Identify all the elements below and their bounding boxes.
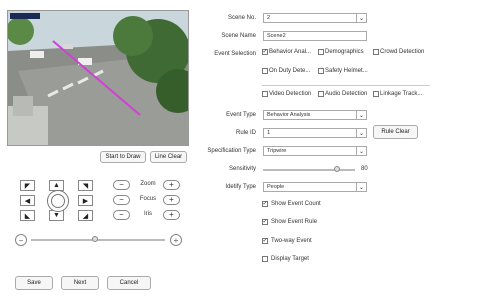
checkbox-icon[interactable]: [262, 256, 268, 262]
event-option-label: Safety Helmet...: [325, 68, 368, 74]
ptz-speed-slider[interactable]: [31, 239, 165, 241]
focus-in-button[interactable]: +: [163, 195, 180, 205]
chevron-down-icon: ⌄: [356, 183, 366, 191]
scene-name-label: Scene Name: [221, 33, 256, 39]
ptz-up-left-button[interactable]: ◤: [20, 180, 35, 191]
ptz-down-left-button[interactable]: ◣: [20, 210, 35, 221]
event-type-value: Behavior Analysis: [267, 112, 311, 118]
event-option-8[interactable]: Linkage Track...: [373, 91, 422, 97]
event-option-label: Behavior Anal...: [269, 49, 312, 55]
rule-id-value: 1: [267, 130, 271, 136]
event-option-label: Demographics: [325, 49, 364, 55]
camera-scene-image: [8, 11, 188, 145]
event-option-label: On Duty Dete...: [269, 68, 311, 74]
sensitivity-label: Sensitivity: [228, 166, 256, 172]
scene-no-value: 2: [267, 15, 271, 21]
ptz-right-button[interactable]: ▶: [78, 195, 93, 206]
checkbox-icon[interactable]: [262, 91, 268, 97]
zoom-label: Zoom: [140, 181, 156, 187]
option-check-1[interactable]: ✓ Show Event Count: [262, 201, 321, 207]
checkbox-checked-icon[interactable]: ✓: [262, 238, 268, 244]
ptz-down-right-button[interactable]: ◢: [78, 210, 93, 221]
speed-decrease-icon[interactable]: −: [15, 234, 27, 246]
event-option-label: Audio Detection: [325, 91, 368, 97]
ptz-speed-knob[interactable]: [92, 236, 99, 242]
option-check-3[interactable]: ✓ Two-way Event: [262, 238, 312, 244]
identify-type-label: Idetify Type: [225, 184, 256, 190]
checkbox-icon[interactable]: [318, 49, 324, 55]
scene-name-input[interactable]: Scene2: [263, 31, 367, 41]
option-check-2[interactable]: ✓ Show Event Rule: [262, 219, 317, 225]
spec-type-select[interactable]: Tripwire ⌄: [263, 146, 367, 156]
option-check-4[interactable]: Display Target: [262, 256, 309, 262]
speed-increase-icon[interactable]: +: [170, 234, 182, 246]
checkbox-icon[interactable]: [262, 68, 268, 74]
ptz-center-button[interactable]: [47, 190, 69, 212]
identify-type-select[interactable]: People ⌄: [263, 182, 367, 192]
zoom-out-button[interactable]: −: [113, 180, 130, 190]
checkbox-icon[interactable]: [318, 68, 324, 74]
save-button[interactable]: Save: [15, 276, 53, 290]
zoom-in-button[interactable]: +: [163, 180, 180, 190]
video-preview[interactable]: [7, 10, 189, 146]
cancel-button[interactable]: Cancel: [107, 276, 151, 290]
event-option-4[interactable]: On Duty Dete...: [262, 68, 310, 74]
checkbox-icon[interactable]: [373, 91, 379, 97]
iris-label: Iris: [144, 211, 152, 217]
checkbox-icon[interactable]: [373, 49, 379, 55]
event-selection-label: Event Selection: [214, 51, 256, 57]
checkbox-checked-icon[interactable]: ✓: [262, 49, 268, 55]
start-draw-button[interactable]: Start to Draw: [100, 151, 146, 163]
event-option-label: Crowd Detection: [380, 49, 425, 55]
event-divider: [262, 85, 430, 86]
chevron-down-icon: ⌄: [356, 129, 366, 137]
event-option-1[interactable]: ✓ Behavior Anal...: [262, 49, 311, 55]
event-option-2[interactable]: Demographics: [318, 49, 364, 55]
ptz-left-button[interactable]: ◀: [20, 195, 35, 206]
option-check-label: Two-way Event: [271, 238, 312, 244]
focus-out-button[interactable]: −: [113, 195, 130, 205]
chevron-down-icon: ⌄: [356, 14, 366, 22]
event-option-label: Linkage Track...: [380, 91, 423, 97]
option-check-label: Display Target: [271, 256, 309, 262]
sensitivity-knob[interactable]: [333, 166, 340, 172]
spec-type-value: Tripwire: [267, 148, 287, 154]
option-check-label: Show Event Count: [271, 201, 321, 207]
next-button[interactable]: Next: [61, 276, 99, 290]
sensitivity-slider[interactable]: [263, 169, 355, 171]
checkbox-checked-icon[interactable]: ✓: [262, 201, 268, 207]
scene-name-value: Scene2: [267, 33, 286, 39]
event-option-3[interactable]: Crowd Detection: [373, 49, 424, 55]
event-type-select[interactable]: Behavior Analysis ⌄: [263, 110, 367, 120]
checkbox-icon[interactable]: [318, 91, 324, 97]
chevron-down-icon: ⌄: [356, 147, 366, 155]
iris-close-button[interactable]: −: [113, 210, 130, 220]
line-clear-button[interactable]: Line Clear: [150, 151, 187, 163]
checkbox-checked-icon[interactable]: ✓: [262, 219, 268, 225]
option-check-label: Show Event Rule: [271, 219, 318, 225]
spec-type-label: Specification Type: [207, 148, 256, 154]
ptz-up-right-button[interactable]: ◥: [78, 180, 93, 191]
event-option-7[interactable]: Audio Detection: [318, 91, 367, 97]
scene-no-label: Scene No.: [227, 15, 256, 21]
event-type-label: Event Type: [226, 112, 256, 118]
ptz-center-ring-icon: [51, 194, 65, 208]
rule-id-select[interactable]: 1 ⌄: [263, 128, 367, 138]
chevron-down-icon: ⌄: [356, 111, 366, 119]
rule-clear-button[interactable]: Rule Clear: [373, 125, 418, 139]
identify-type-value: People: [267, 184, 285, 190]
focus-label: Focus: [139, 196, 157, 202]
sensitivity-value: 80: [361, 166, 368, 172]
event-option-label: Video Detection: [269, 91, 312, 97]
iris-open-button[interactable]: +: [163, 210, 180, 220]
scene-no-select[interactable]: 2 ⌄: [263, 13, 367, 23]
event-option-6[interactable]: Video Detection: [262, 91, 311, 97]
rule-id-label: Rule ID: [235, 130, 256, 136]
event-option-5[interactable]: Safety Helmet...: [318, 68, 368, 74]
